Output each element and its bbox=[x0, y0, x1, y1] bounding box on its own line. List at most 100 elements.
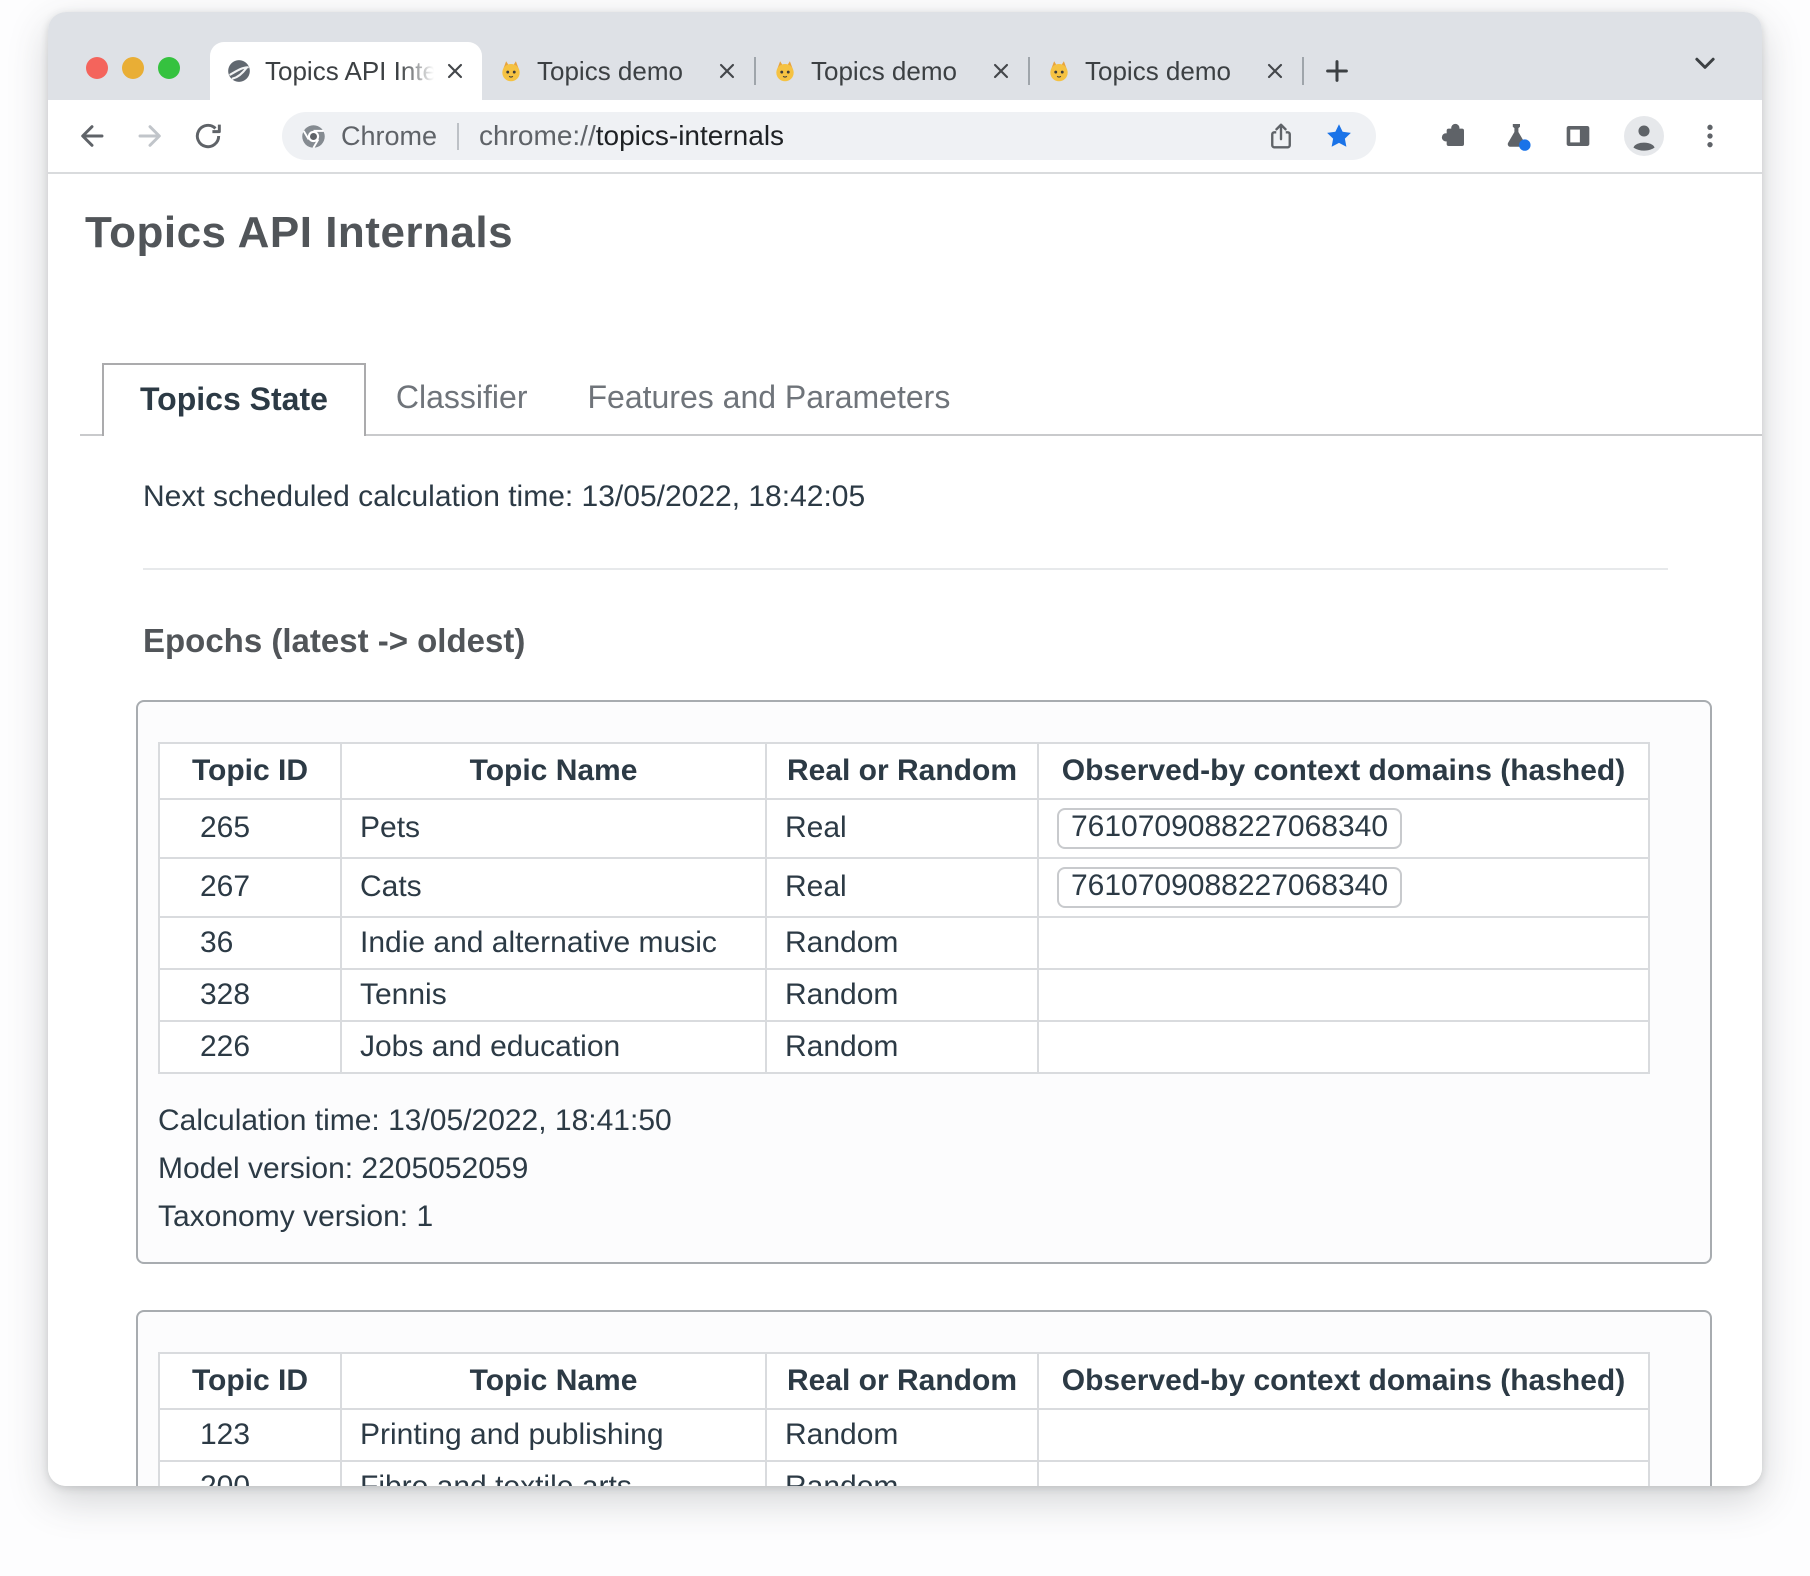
browser-window: Topics API Internals Topics demo bbox=[48, 12, 1762, 1486]
col-observed-by: Observed-by context domains (hashed) bbox=[1038, 743, 1649, 799]
new-tab-plus-icon bbox=[1322, 56, 1352, 86]
internals-globe-icon bbox=[226, 58, 252, 84]
bookmark-button[interactable] bbox=[1324, 121, 1354, 151]
address-bar[interactable]: Chrome chrome://topics-internals bbox=[282, 112, 1376, 160]
epoch-card: Topic ID Topic Name Real or Random Obser… bbox=[136, 1310, 1712, 1486]
tab-title: Topics demo bbox=[811, 56, 980, 87]
profile-avatar-icon bbox=[1624, 116, 1664, 156]
browser-tab-strip: Topics API Internals Topics demo bbox=[48, 12, 1762, 100]
window-controls bbox=[86, 57, 180, 79]
minimize-window-button[interactable] bbox=[122, 57, 144, 79]
divider bbox=[143, 568, 1668, 570]
cell-topic-name: Cats bbox=[341, 858, 766, 917]
cat-icon bbox=[772, 58, 798, 84]
menu-button[interactable] bbox=[1694, 120, 1726, 152]
omnibox-separator bbox=[457, 123, 459, 150]
side-panel-icon bbox=[1562, 120, 1594, 152]
browser-tab-topics-demo-3[interactable]: Topics demo bbox=[1030, 42, 1302, 100]
table-row: 123 Printing and publishing Random bbox=[159, 1409, 1649, 1461]
cell-real-or-random: Random bbox=[766, 1409, 1038, 1461]
cell-real-or-random: Random bbox=[766, 1021, 1038, 1073]
chrome-logo-icon bbox=[300, 123, 327, 150]
cell-real-or-random: Real bbox=[766, 858, 1038, 917]
cell-topic-id: 328 bbox=[159, 969, 341, 1021]
cell-topic-name: Fibre and textile arts bbox=[341, 1461, 766, 1486]
tab-separator bbox=[1302, 57, 1304, 85]
forward-icon bbox=[134, 120, 166, 152]
table-row: 267 Cats Real 7610709088227068340 bbox=[159, 858, 1649, 917]
new-tab-button[interactable] bbox=[1322, 54, 1356, 88]
extensions-button[interactable] bbox=[1438, 120, 1470, 152]
extensions-puzzle-icon bbox=[1438, 120, 1470, 152]
cell-real-or-random: Random bbox=[766, 969, 1038, 1021]
cell-topic-id: 226 bbox=[159, 1021, 341, 1073]
cell-topic-id: 36 bbox=[159, 917, 341, 969]
close-tab-icon[interactable] bbox=[442, 58, 468, 84]
reload-icon bbox=[192, 120, 224, 152]
cell-topic-name: Pets bbox=[341, 799, 766, 858]
col-real-or-random: Real or Random bbox=[766, 1353, 1038, 1409]
cat-icon bbox=[498, 58, 524, 84]
next-calculation-time: Next scheduled calculation time: 13/05/2… bbox=[143, 480, 1762, 514]
browser-tab-topics-internals[interactable]: Topics API Internals bbox=[210, 42, 482, 100]
page-tab-bar: Topics State Classifier Features and Par… bbox=[80, 363, 1762, 436]
back-icon bbox=[76, 120, 108, 152]
epoch-meta: Calculation time: 13/05/2022, 18:41:50 M… bbox=[150, 1104, 1698, 1234]
cell-observed-domains bbox=[1038, 1021, 1649, 1073]
tabs-container: Topics API Internals Topics demo bbox=[210, 12, 1356, 100]
url-host: topics-internals bbox=[596, 120, 784, 151]
table-row: 265 Pets Real 7610709088227068340 bbox=[159, 799, 1649, 858]
cell-observed-domains: 7610709088227068340 bbox=[1038, 858, 1649, 917]
page-content: Topics API Internals Topics State Classi… bbox=[48, 174, 1762, 1486]
model-version: Model version: 2205052059 bbox=[158, 1152, 1698, 1186]
cell-topic-id: 267 bbox=[159, 858, 341, 917]
share-icon bbox=[1266, 121, 1296, 151]
cell-topic-name: Tennis bbox=[341, 969, 766, 1021]
menu-kebab-icon bbox=[1694, 120, 1726, 152]
side-panel-button[interactable] bbox=[1562, 120, 1594, 152]
cell-topic-id: 265 bbox=[159, 799, 341, 858]
tab-title: Topics demo bbox=[1085, 56, 1254, 87]
close-tab-icon[interactable] bbox=[714, 58, 740, 84]
tab-classifier[interactable]: Classifier bbox=[366, 363, 558, 434]
url-text: chrome://topics-internals bbox=[479, 120, 784, 152]
close-window-button[interactable] bbox=[86, 57, 108, 79]
cell-topic-id: 123 bbox=[159, 1409, 341, 1461]
cell-observed-domains bbox=[1038, 1409, 1649, 1461]
cat-icon bbox=[1046, 58, 1072, 84]
url-scheme: chrome:// bbox=[479, 120, 596, 151]
cell-real-or-random: Real bbox=[766, 799, 1038, 858]
col-topic-name: Topic Name bbox=[341, 743, 766, 799]
cell-observed-domains bbox=[1038, 1461, 1649, 1486]
hashed-domain-chip: 7610709088227068340 bbox=[1057, 808, 1402, 849]
omnibox-actions bbox=[1266, 121, 1354, 151]
zoom-window-button[interactable] bbox=[158, 57, 180, 79]
browser-tab-topics-demo-1[interactable]: Topics demo bbox=[482, 42, 754, 100]
col-real-or-random: Real or Random bbox=[766, 743, 1038, 799]
labs-button[interactable] bbox=[1500, 120, 1532, 152]
share-button[interactable] bbox=[1266, 121, 1296, 151]
profile-button[interactable] bbox=[1624, 116, 1664, 156]
table-row: 200 Fibre and textile arts Random bbox=[159, 1461, 1649, 1486]
bookmark-star-icon bbox=[1324, 121, 1354, 151]
close-tab-icon[interactable] bbox=[1262, 58, 1288, 84]
tab-title: Topics demo bbox=[537, 56, 706, 87]
table-header-row: Topic ID Topic Name Real or Random Obser… bbox=[159, 743, 1649, 799]
reload-button[interactable] bbox=[192, 119, 226, 153]
epochs-heading: Epochs (latest -> oldest) bbox=[143, 622, 1762, 660]
back-button[interactable] bbox=[76, 119, 110, 153]
desktop-background: Topics API Internals Topics demo bbox=[0, 0, 1810, 1576]
cell-topic-name: Indie and alternative music bbox=[341, 917, 766, 969]
tab-features-and-parameters[interactable]: Features and Parameters bbox=[557, 363, 980, 434]
tab-topics-state[interactable]: Topics State bbox=[102, 363, 366, 436]
cell-real-or-random: Random bbox=[766, 917, 1038, 969]
epoch-table: Topic ID Topic Name Real or Random Obser… bbox=[158, 1352, 1650, 1486]
close-tab-icon[interactable] bbox=[988, 58, 1014, 84]
browser-tab-topics-demo-2[interactable]: Topics demo bbox=[756, 42, 1028, 100]
epoch-card: Topic ID Topic Name Real or Random Obser… bbox=[136, 700, 1712, 1264]
tab-search-button[interactable] bbox=[1690, 48, 1720, 78]
col-topic-name: Topic Name bbox=[341, 1353, 766, 1409]
table-row: 36 Indie and alternative music Random bbox=[159, 917, 1649, 969]
site-engine-label: Chrome bbox=[341, 121, 437, 152]
forward-button[interactable] bbox=[134, 119, 168, 153]
